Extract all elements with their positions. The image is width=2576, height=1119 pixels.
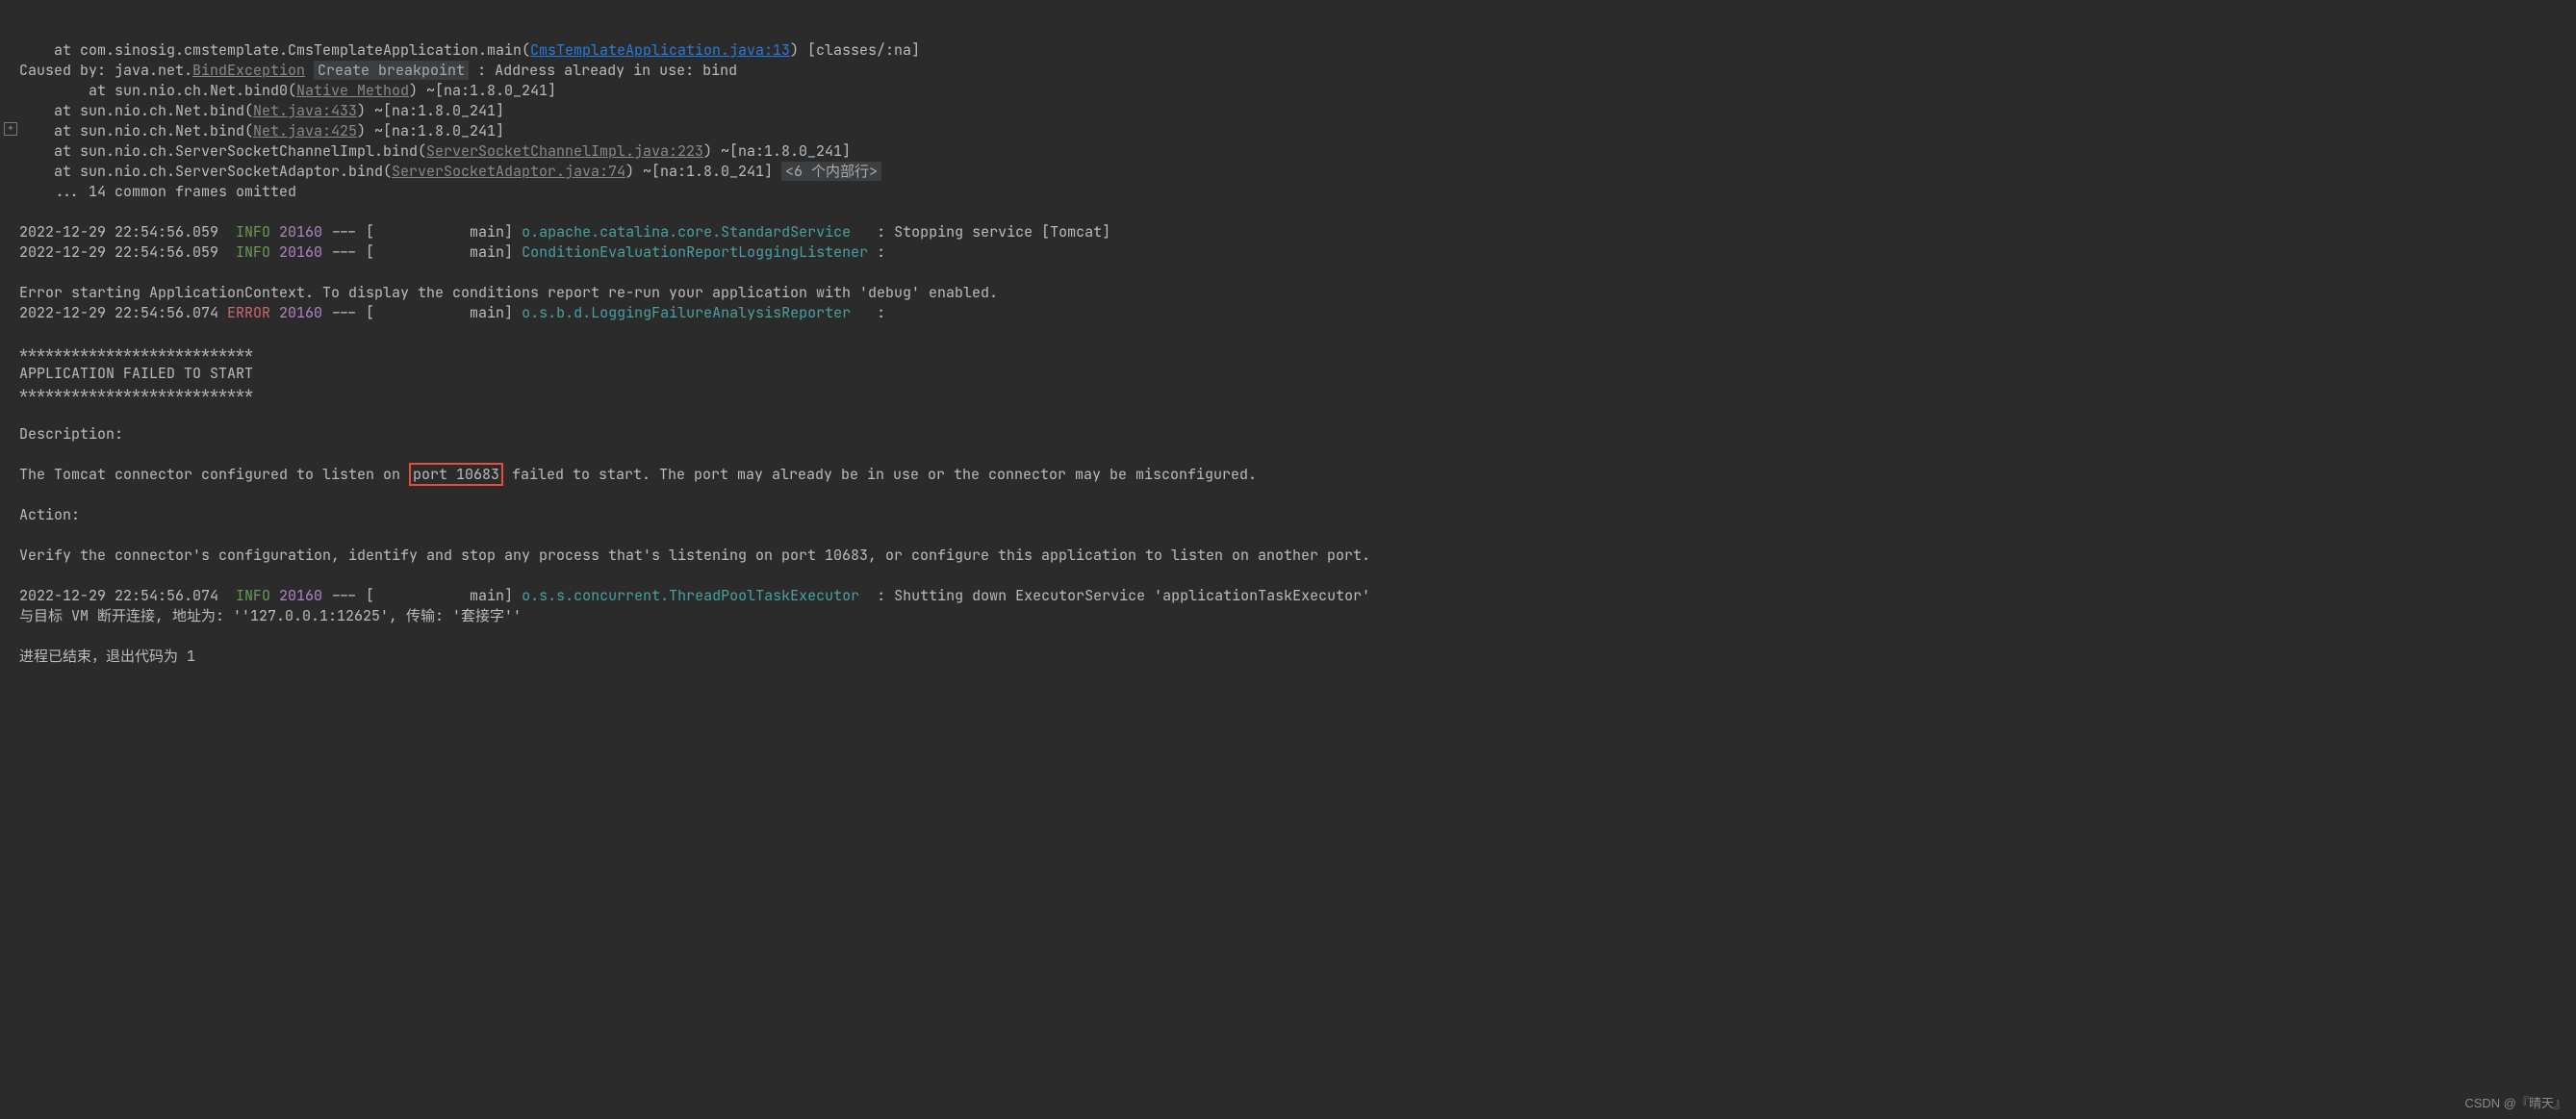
pid: 20160 [270,242,322,262]
timestamp: 2022-12-29 22:54:56.074 [19,586,236,605]
description-text: The Tomcat connector configured to liste… [19,465,409,484]
console-output: + at com.sinosig.cmstemplate.CmsTemplate… [0,0,2576,686]
source-link[interactable]: Native Method [296,81,409,100]
watermark: CSDN @『晴天』 [2464,1093,2566,1113]
banner-stars: *************************** [19,384,253,403]
disconnect-msg: 与目标 VM 断开连接, 地址为: ''127.0.0.1:12625', 传输… [19,606,522,625]
source-link[interactable]: Net.java:425 [253,121,357,140]
log-level-info: INFO [236,586,270,605]
description-text-tail: failed to start. The port may already be… [503,465,1257,484]
action-heading: Action: [19,505,80,524]
log-msg: : [868,242,894,262]
logger-name: o.s.s.concurrent.ThreadPoolTaskExecutor [522,586,868,605]
caused-by: Caused by: java.net. [19,61,192,80]
stack-line-tail: ) ~[na:1.8.0_241] [357,101,504,120]
logger-name: ConditionEvaluationReportLoggingListener [522,242,868,262]
frames-omitted: ... 14 common frames omitted [19,182,296,201]
timestamp: 2022-12-29 22:54:56.059 [19,222,236,242]
log-level-info: INFO [236,242,270,262]
banner-title: APPLICATION FAILED TO START [19,364,253,383]
caused-by-msg: : Address already in use: bind [469,61,737,80]
log-msg: : Stopping service [Tomcat] [868,222,1110,242]
create-breakpoint-button[interactable]: Create breakpoint [314,61,469,80]
stack-line: at sun.nio.ch.ServerSocketAdaptor.bind( [19,162,392,181]
stack-line: at sun.nio.ch.Net.bind0( [19,81,296,100]
port-highlight: port 10683 [409,463,503,486]
source-link[interactable]: ServerSocketChannelImpl.java:223 [426,141,703,161]
log-level-error: ERROR [227,303,270,322]
source-link[interactable]: CmsTemplateApplication.java:13 [530,40,790,60]
expand-fold-icon[interactable]: + [4,122,17,136]
thread: --- [ main] [322,303,522,322]
thread: --- [ main] [322,586,522,605]
thread: --- [ main] [322,222,522,242]
exit-msg: 进程已结束，退出代码为 1 [19,647,195,666]
pid: 20160 [270,222,322,242]
stack-line-tail: ) ~[na:1.8.0_241] [357,121,504,140]
pid: 20160 [270,586,322,605]
stack-line-tail: ) ~[na:1.8.0_241] [409,81,556,100]
action-text: Verify the connector's configuration, id… [19,546,1370,565]
stack-line: at sun.nio.ch.ServerSocketChannelImpl.bi… [19,141,426,161]
timestamp: 2022-12-29 22:54:56.074 [19,303,227,322]
exception-link[interactable]: BindException [192,61,305,80]
description-heading: Description: [19,424,123,444]
log-msg: : Shutting down ExecutorService 'applica… [868,586,1370,605]
log-msg: : [868,303,894,322]
stack-line-tail: ) ~[na:1.8.0_241] [625,162,781,181]
source-link[interactable]: Net.java:433 [253,101,357,120]
stack-line: at sun.nio.ch.Net.bind( [19,101,253,120]
logger-name: o.apache.catalina.core.StandardService [522,222,868,242]
error-line: Error starting ApplicationContext. To di… [19,283,998,302]
logger-name: o.s.b.d.LoggingFailureAnalysisReporter [522,303,868,322]
pid: 20160 [270,303,322,322]
thread: --- [ main] [322,242,522,262]
folded-lines[interactable]: <6 个内部行> [781,162,881,181]
timestamp: 2022-12-29 22:54:56.059 [19,242,236,262]
stack-line: at com.sinosig.cmstemplate.CmsTemplateAp… [19,40,530,60]
log-level-info: INFO [236,222,270,242]
stack-line-tail: ) ~[na:1.8.0_241] [703,141,851,161]
source-link[interactable]: ServerSocketAdaptor.java:74 [392,162,625,181]
stack-line-tail: ) [classes/:na] [790,40,920,60]
banner-stars: *************************** [19,343,253,363]
stack-line: at sun.nio.ch.Net.bind( [19,121,253,140]
